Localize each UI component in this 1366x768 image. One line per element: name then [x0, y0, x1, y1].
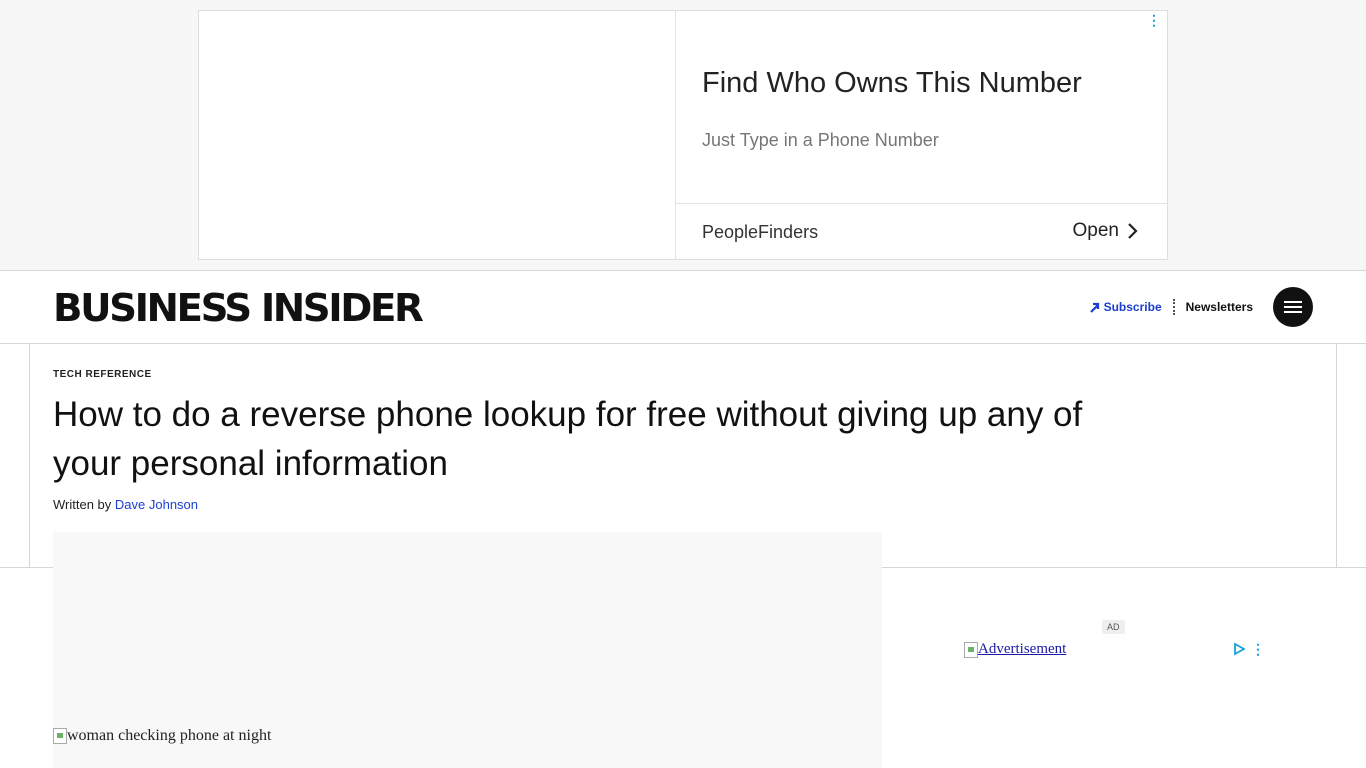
top-ad-footer: PeopleFinders Open — [676, 203, 1167, 259]
nav-divider — [1172, 299, 1175, 315]
broken-image-icon — [53, 728, 67, 744]
header-nav: Subscribe Newsletters — [1089, 287, 1313, 327]
site-header: BUSINESS INSIDER Subscribe Newsletters — [0, 270, 1366, 344]
site-logo[interactable]: BUSINESS INSIDER — [53, 286, 424, 330]
chevron-right-icon — [1128, 223, 1138, 239]
hamburger-icon — [1284, 301, 1302, 313]
top-ad-headline[interactable]: Find Who Owns This Number — [702, 67, 1082, 100]
subscribe-link[interactable]: Subscribe — [1089, 300, 1162, 314]
ad-options-icon[interactable]: ⋮ — [1147, 13, 1161, 27]
menu-button[interactable] — [1273, 287, 1313, 327]
arrow-up-right-icon — [1089, 302, 1099, 313]
hero-alt-text: woman checking phone at night — [67, 727, 272, 744]
top-ad-open-button[interactable]: Open — [1073, 220, 1139, 242]
broken-image-icon — [964, 641, 978, 658]
top-ad-banner[interactable]: ⋮ Find Who Owns This Number Just Type in… — [198, 10, 1168, 260]
side-ad-controls: ⋮ — [1233, 642, 1265, 656]
article-headline: How to do a reverse phone lookup for fre… — [53, 395, 1083, 483]
adchoices-play-icon[interactable] — [1233, 642, 1245, 656]
byline-prefix: Written by — [53, 497, 112, 512]
article-byline: Written by Dave Johnson — [53, 497, 198, 512]
newsletters-link[interactable]: Newsletters — [1186, 300, 1253, 314]
article-category[interactable]: TECH REFERENCE — [53, 369, 152, 380]
side-ad-link[interactable]: Advertisement — [964, 641, 1066, 658]
hero-image-alt: woman checking phone at night — [53, 727, 271, 745]
author-link[interactable]: Dave Johnson — [115, 497, 198, 512]
top-ad-advertiser[interactable]: PeopleFinders — [702, 222, 818, 243]
side-ad-link-text: Advertisement — [978, 641, 1067, 657]
hero-image: woman checking phone at night — [53, 532, 882, 768]
ad-badge: AD — [1102, 620, 1125, 634]
top-ad-subline: Just Type in a Phone Number — [702, 130, 939, 150]
top-ad-open-label: Open — [1072, 220, 1119, 241]
top-ad-image[interactable] — [199, 11, 676, 259]
ad-options-icon[interactable]: ⋮ — [1251, 642, 1265, 656]
subscribe-label: Subscribe — [1103, 300, 1162, 314]
